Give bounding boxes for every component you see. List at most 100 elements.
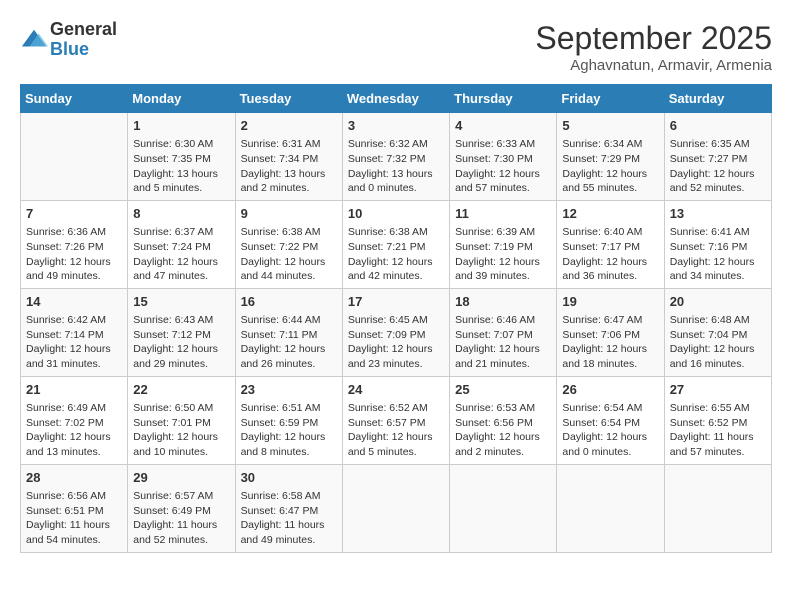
calendar-cell: 8Sunrise: 6:37 AMSunset: 7:24 PMDaylight… xyxy=(128,200,235,288)
page-header: General Blue September 2025 Aghavnatun, … xyxy=(20,20,772,74)
day-info: Sunrise: 6:53 AM xyxy=(455,401,551,416)
day-info: Daylight: 11 hours xyxy=(133,518,229,533)
title-area: September 2025 Aghavnatun, Armavir, Arme… xyxy=(535,20,772,74)
calendar-cell: 12Sunrise: 6:40 AMSunset: 7:17 PMDayligh… xyxy=(557,200,664,288)
day-number: 5 xyxy=(562,117,658,135)
day-info: Sunrise: 6:39 AM xyxy=(455,225,551,240)
day-number: 17 xyxy=(348,293,444,311)
day-info: Sunrise: 6:58 AM xyxy=(241,489,337,504)
day-number: 4 xyxy=(455,117,551,135)
day-info: Sunrise: 6:37 AM xyxy=(133,225,229,240)
day-number: 30 xyxy=(241,469,337,487)
day-info: Sunset: 7:12 PM xyxy=(133,328,229,343)
day-info: Sunset: 7:29 PM xyxy=(562,152,658,167)
day-info: Daylight: 11 hours xyxy=(241,518,337,533)
day-info: and 34 minutes. xyxy=(670,269,766,284)
calendar-cell: 21Sunrise: 6:49 AMSunset: 7:02 PMDayligh… xyxy=(21,376,128,464)
day-number: 15 xyxy=(133,293,229,311)
day-number: 8 xyxy=(133,205,229,223)
day-info: and 49 minutes. xyxy=(26,269,122,284)
header-row: SundayMondayTuesdayWednesdayThursdayFrid… xyxy=(21,85,772,113)
day-info: Sunrise: 6:44 AM xyxy=(241,313,337,328)
calendar-cell: 2Sunrise: 6:31 AMSunset: 7:34 PMDaylight… xyxy=(235,113,342,201)
day-info: and 16 minutes. xyxy=(670,357,766,372)
day-info: Daylight: 13 hours xyxy=(241,167,337,182)
day-info: Daylight: 12 hours xyxy=(670,255,766,270)
day-number: 7 xyxy=(26,205,122,223)
calendar-cell xyxy=(664,464,771,552)
calendar-cell xyxy=(450,464,557,552)
day-info: and 18 minutes. xyxy=(562,357,658,372)
day-info: Sunset: 6:57 PM xyxy=(348,416,444,431)
day-info: Sunrise: 6:40 AM xyxy=(562,225,658,240)
day-info: Sunrise: 6:42 AM xyxy=(26,313,122,328)
day-info: Sunset: 7:04 PM xyxy=(670,328,766,343)
day-info: Daylight: 12 hours xyxy=(133,342,229,357)
day-info: Daylight: 12 hours xyxy=(562,430,658,445)
calendar-cell: 25Sunrise: 6:53 AMSunset: 6:56 PMDayligh… xyxy=(450,376,557,464)
header-sunday: Sunday xyxy=(21,85,128,113)
calendar-cell: 18Sunrise: 6:46 AMSunset: 7:07 PMDayligh… xyxy=(450,288,557,376)
location-title: Aghavnatun, Armavir, Armenia xyxy=(535,57,772,74)
day-info: Sunset: 7:06 PM xyxy=(562,328,658,343)
day-info: Daylight: 12 hours xyxy=(670,167,766,182)
day-info: Daylight: 12 hours xyxy=(26,255,122,270)
day-number: 20 xyxy=(670,293,766,311)
day-number: 19 xyxy=(562,293,658,311)
calendar-cell: 16Sunrise: 6:44 AMSunset: 7:11 PMDayligh… xyxy=(235,288,342,376)
day-info: Sunset: 7:02 PM xyxy=(26,416,122,431)
day-number: 12 xyxy=(562,205,658,223)
day-info: Sunset: 7:01 PM xyxy=(133,416,229,431)
day-info: Sunset: 7:24 PM xyxy=(133,240,229,255)
header-friday: Friday xyxy=(557,85,664,113)
day-info: Sunrise: 6:54 AM xyxy=(562,401,658,416)
day-info: Daylight: 12 hours xyxy=(241,342,337,357)
day-number: 24 xyxy=(348,381,444,399)
day-info: Daylight: 12 hours xyxy=(455,167,551,182)
day-info: Sunrise: 6:32 AM xyxy=(348,137,444,152)
day-info: Sunrise: 6:38 AM xyxy=(241,225,337,240)
day-info: Daylight: 12 hours xyxy=(241,430,337,445)
day-info: Daylight: 12 hours xyxy=(26,342,122,357)
day-info: Daylight: 12 hours xyxy=(455,342,551,357)
day-number: 13 xyxy=(670,205,766,223)
day-info: and 5 minutes. xyxy=(348,445,444,460)
header-saturday: Saturday xyxy=(664,85,771,113)
day-info: Sunset: 7:30 PM xyxy=(455,152,551,167)
header-wednesday: Wednesday xyxy=(342,85,449,113)
calendar-cell xyxy=(557,464,664,552)
day-info: and 13 minutes. xyxy=(26,445,122,460)
day-number: 2 xyxy=(241,117,337,135)
day-info: Sunset: 6:52 PM xyxy=(670,416,766,431)
day-info: and 26 minutes. xyxy=(241,357,337,372)
day-info: and 0 minutes. xyxy=(348,181,444,196)
day-info: Sunrise: 6:33 AM xyxy=(455,137,551,152)
logo: General Blue xyxy=(20,20,117,60)
day-info: and 2 minutes. xyxy=(241,181,337,196)
day-info: and 2 minutes. xyxy=(455,445,551,460)
calendar-cell: 4 Sunrise: 6:33 AMSunset: 7:30 PMDaylight… xyxy=(450,113,557,201)
calendar-cell: 24Sunrise: 6:52 AMSunset: 6:57 PMDayligh… xyxy=(342,376,449,464)
calendar-cell: 1Sunrise: 6:30 AMSunset: 7:35 PMDaylight… xyxy=(128,113,235,201)
week-row-4: 21Sunrise: 6:49 AMSunset: 7:02 PMDayligh… xyxy=(21,376,772,464)
day-info: Sunrise: 6:55 AM xyxy=(670,401,766,416)
calendar-cell: 14Sunrise: 6:42 AMSunset: 7:14 PMDayligh… xyxy=(21,288,128,376)
calendar-cell: 27Sunrise: 6:55 AMSunset: 6:52 PMDayligh… xyxy=(664,376,771,464)
day-number: 1 xyxy=(133,117,229,135)
day-info: Sunrise: 6:56 AM xyxy=(26,489,122,504)
calendar-cell xyxy=(21,113,128,201)
calendar-cell: 29Sunrise: 6:57 AMSunset: 6:49 PMDayligh… xyxy=(128,464,235,552)
day-number: 16 xyxy=(241,293,337,311)
day-info: Sunset: 6:47 PM xyxy=(241,504,337,519)
day-info: and 31 minutes. xyxy=(26,357,122,372)
calendar-cell: 6Sunrise: 6:35 AMSunset: 7:27 PMDaylight… xyxy=(664,113,771,201)
day-info: Sunrise: 6:47 AM xyxy=(562,313,658,328)
calendar-cell: 9Sunrise: 6:38 AMSunset: 7:22 PMDaylight… xyxy=(235,200,342,288)
day-info: and 52 minutes. xyxy=(133,533,229,548)
day-info: and 47 minutes. xyxy=(133,269,229,284)
calendar-cell: 10Sunrise: 6:38 AMSunset: 7:21 PMDayligh… xyxy=(342,200,449,288)
day-info: Daylight: 12 hours xyxy=(562,167,658,182)
day-number: 3 xyxy=(348,117,444,135)
day-number: 25 xyxy=(455,381,551,399)
day-number: 26 xyxy=(562,381,658,399)
